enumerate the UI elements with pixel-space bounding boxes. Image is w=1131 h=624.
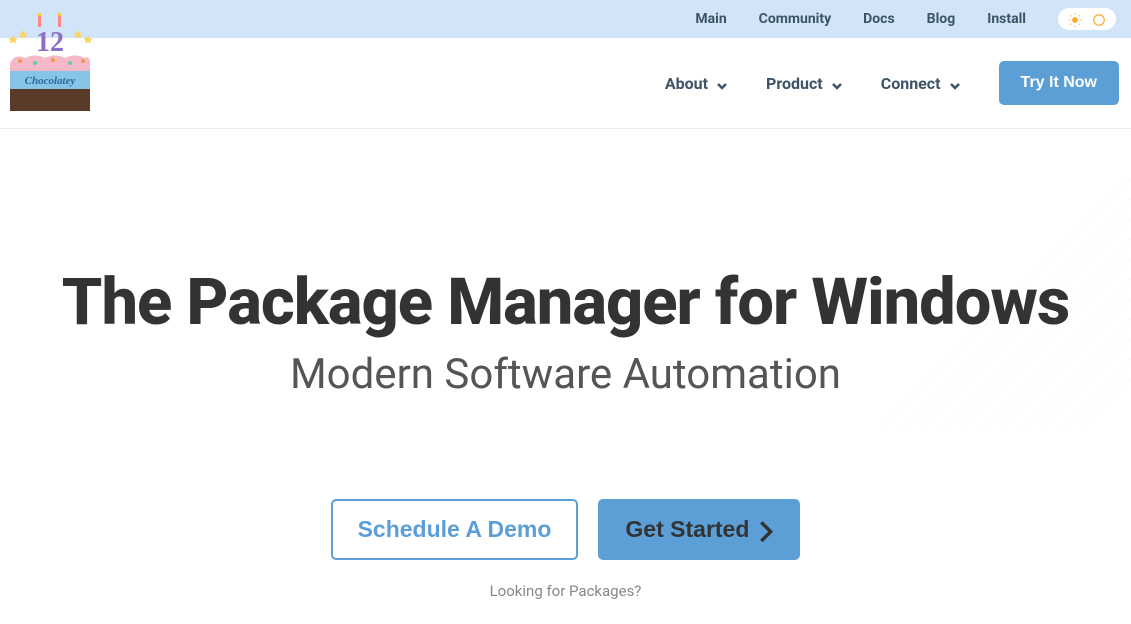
get-started-button[interactable]: Get Started <box>598 499 800 560</box>
chevron-right-icon <box>759 520 773 540</box>
hero-buttons: Schedule A Demo Get Started <box>331 499 801 560</box>
top-link-blog[interactable]: Blog <box>927 11 956 27</box>
chevron-down-icon <box>831 77 843 89</box>
nav-product[interactable]: Product <box>766 74 843 93</box>
nav-connect-label: Connect <box>881 74 941 93</box>
sun-icon <box>1068 12 1082 26</box>
chevron-down-icon <box>949 77 961 89</box>
hero-section: The Package Manager for Windows Modern S… <box>0 129 1131 624</box>
top-link-main[interactable]: Main <box>695 11 726 27</box>
looking-for-packages-link[interactable]: Looking for Packages? <box>490 582 642 600</box>
nav-connect[interactable]: Connect <box>881 74 961 93</box>
hero-title: The Package Manager for Windows <box>62 264 1069 340</box>
chevron-down-icon <box>716 77 728 89</box>
logo-brand: Chocolatey <box>25 75 76 87</box>
top-link-community[interactable]: Community <box>759 11 832 27</box>
hero-subtitle: Modern Software Automation <box>290 350 841 399</box>
nav-about-label: About <box>665 74 708 93</box>
try-it-now-button[interactable]: Try It Now <box>999 61 1119 105</box>
top-link-install[interactable]: Install <box>987 11 1026 27</box>
moon-icon <box>1092 12 1106 26</box>
logo-number: 12 <box>36 27 64 58</box>
get-started-label: Get Started <box>625 516 749 543</box>
top-bar: Main Community Docs Blog Install <box>0 0 1131 38</box>
main-nav: 12 Chocolatey About Product Connect Try … <box>0 38 1131 129</box>
top-link-docs[interactable]: Docs <box>863 11 895 27</box>
nav-product-label: Product <box>766 74 823 93</box>
logo[interactable]: 12 Chocolatey <box>5 13 95 113</box>
nav-about[interactable]: About <box>665 74 728 93</box>
schedule-demo-button[interactable]: Schedule A Demo <box>331 499 579 560</box>
theme-toggle[interactable] <box>1058 8 1116 30</box>
